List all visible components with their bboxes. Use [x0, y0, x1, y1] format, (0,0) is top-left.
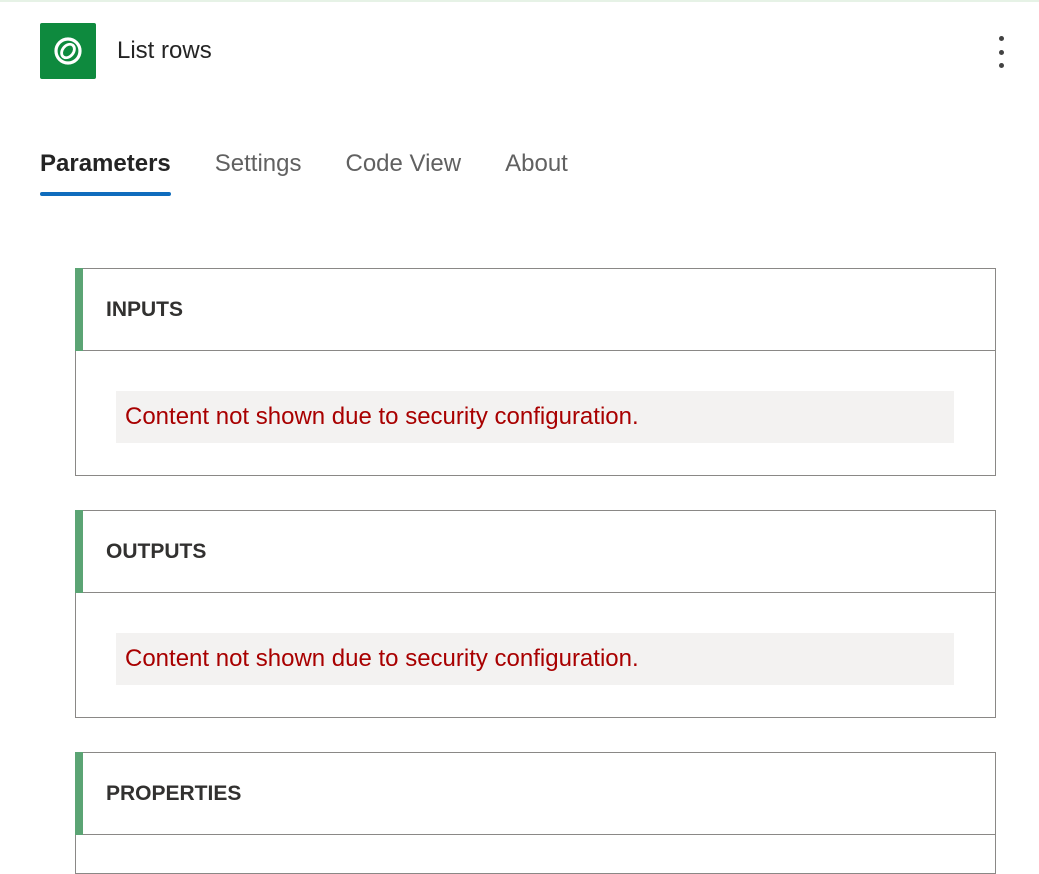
outputs-section-header[interactable]: OUTPUTS [76, 511, 995, 593]
tab-bar: Parameters Settings Code View About [40, 150, 568, 196]
top-divider [0, 0, 1039, 2]
action-title: List rows [117, 37, 212, 64]
inputs-section: INPUTS Content not shown due to security… [75, 268, 996, 476]
dataverse-icon [40, 23, 96, 79]
more-vertical-icon-dot [998, 36, 1004, 41]
tab-parameters[interactable]: Parameters [40, 150, 171, 196]
action-header: List rows [40, 23, 212, 79]
outputs-security-message: Content not shown due to security config… [116, 633, 954, 685]
more-vertical-icon-dot [998, 63, 1004, 68]
outputs-section: OUTPUTS Content not shown due to securit… [75, 510, 996, 718]
inputs-section-header[interactable]: INPUTS [76, 269, 995, 351]
tab-settings[interactable]: Settings [215, 150, 302, 196]
inputs-section-body: Content not shown due to security config… [76, 351, 995, 475]
outputs-section-body: Content not shown due to security config… [76, 593, 995, 717]
tab-code-view[interactable]: Code View [345, 150, 461, 196]
more-vertical-icon-dot [998, 49, 1004, 55]
properties-section: PROPERTIES [75, 752, 996, 874]
inputs-security-message: Content not shown due to security config… [116, 391, 954, 443]
tab-about[interactable]: About [505, 150, 568, 196]
properties-section-header[interactable]: PROPERTIES [76, 753, 995, 835]
more-options-button[interactable] [991, 36, 1011, 68]
